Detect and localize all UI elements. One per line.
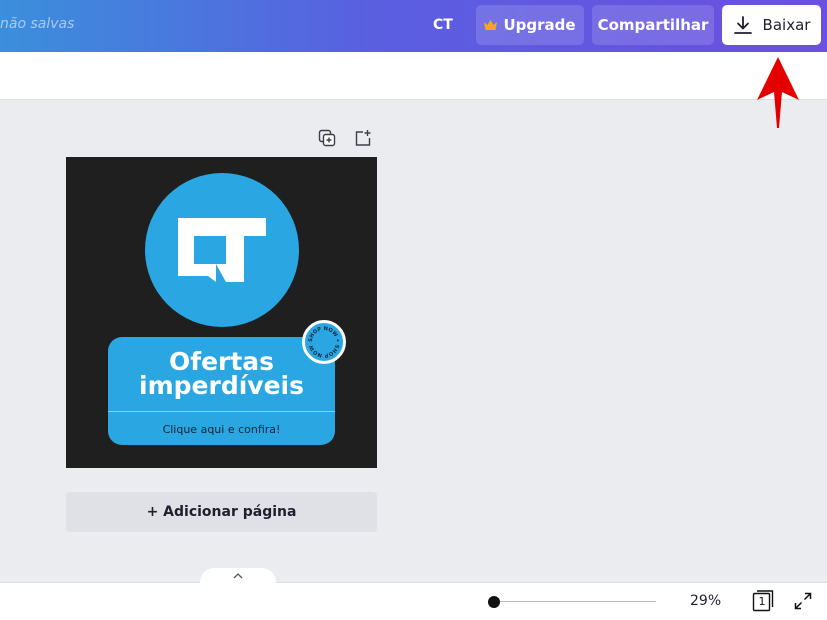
share-button[interactable]: Compartilhar bbox=[592, 5, 714, 45]
design-canvas[interactable]: Ofertas imperdíveis Clique aqui e confir… bbox=[66, 157, 377, 468]
promo-divider bbox=[108, 411, 335, 412]
add-page-button[interactable]: + Adicionar página bbox=[66, 492, 377, 532]
unsaved-changes-text: não salvas bbox=[0, 16, 75, 32]
download-icon bbox=[733, 15, 753, 35]
duplicate-page-button[interactable] bbox=[317, 128, 337, 148]
zoom-slider-handle[interactable] bbox=[488, 596, 500, 608]
shop-now-badge[interactable]: SHOP NOW • SHOP NOW • bbox=[302, 320, 346, 364]
ct-logo-icon bbox=[178, 218, 266, 282]
promo-title-line-2: imperdíveis bbox=[139, 371, 304, 400]
download-button[interactable]: Baixar bbox=[722, 5, 821, 45]
collapse-notes-tab[interactable] bbox=[200, 568, 276, 584]
add-page-icon bbox=[355, 130, 371, 146]
top-header-bar: não salvas CT Upgrade Compartilhar Baixa… bbox=[0, 0, 827, 52]
editor-toolbar bbox=[0, 52, 827, 100]
page-count: 1 bbox=[758, 595, 766, 608]
promo-subtitle: Clique aqui e confira! bbox=[162, 423, 281, 436]
red-arrow-annotation-icon bbox=[757, 57, 799, 128]
download-label: Baixar bbox=[762, 16, 811, 34]
duplicate-page-icon bbox=[318, 129, 336, 147]
fullscreen-button[interactable] bbox=[794, 592, 812, 610]
share-label: Compartilhar bbox=[597, 16, 709, 34]
add-page-label: + Adicionar página bbox=[146, 504, 297, 520]
add-page-top-button[interactable] bbox=[353, 128, 373, 148]
logo-circle[interactable] bbox=[145, 173, 299, 327]
crown-icon bbox=[484, 19, 498, 31]
shop-now-badge-icon: SHOP NOW • SHOP NOW • bbox=[305, 323, 340, 358]
upgrade-label: Upgrade bbox=[503, 16, 576, 34]
pages-button[interactable]: 1 bbox=[752, 590, 774, 612]
upgrade-button[interactable]: Upgrade bbox=[476, 5, 584, 45]
chevron-up-icon bbox=[233, 573, 243, 579]
team-label[interactable]: CT bbox=[433, 17, 453, 33]
svg-text:SHOP NOW • SHOP NOW •: SHOP NOW • SHOP NOW • bbox=[305, 323, 340, 358]
promo-box[interactable]: Ofertas imperdíveis Clique aqui e confir… bbox=[108, 337, 335, 445]
fullscreen-icon bbox=[794, 592, 812, 610]
zoom-percentage[interactable]: 29% bbox=[690, 593, 721, 609]
zoom-slider-track[interactable] bbox=[494, 601, 656, 602]
badge-text: SHOP NOW • SHOP NOW • bbox=[305, 323, 340, 358]
promo-title: Ofertas imperdíveis bbox=[108, 349, 335, 400]
